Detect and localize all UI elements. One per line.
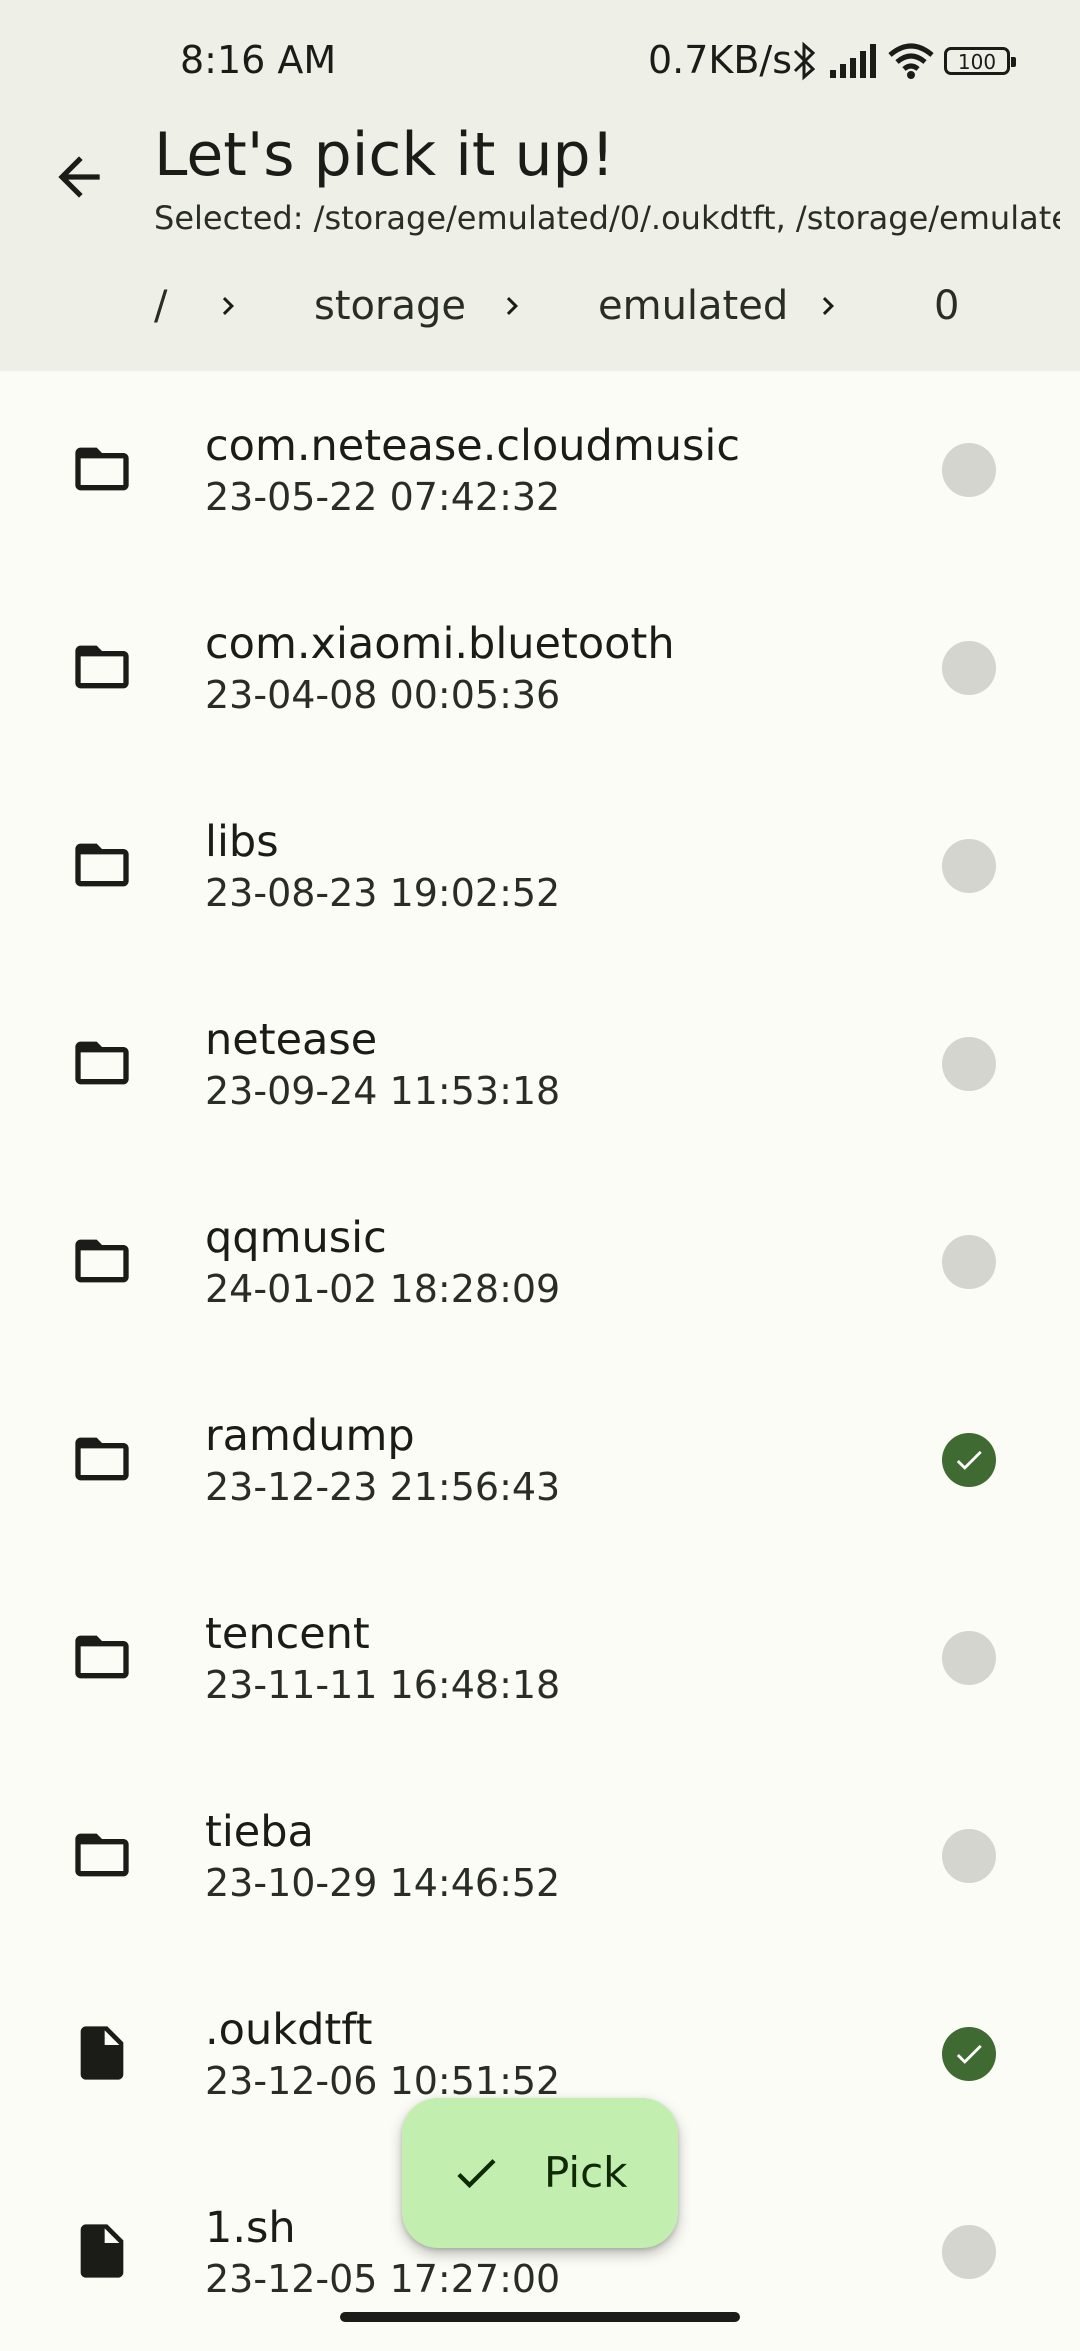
back-arrow-icon[interactable] <box>48 146 110 208</box>
folder-row[interactable]: tencent 23-11-11 16:48:18 <box>0 1559 1080 1757</box>
chevron-right-icon <box>222 297 234 315</box>
item-name: qqmusic <box>205 1213 387 1263</box>
network-speed: 0.7KB/s <box>648 38 793 82</box>
check-icon <box>956 2044 982 2064</box>
item-name: ramdump <box>205 1411 415 1461</box>
pick-button-label: Pick <box>544 2148 628 2197</box>
folder-icon <box>75 843 129 887</box>
battery-level: 100 <box>957 50 997 74</box>
select-toggle[interactable] <box>942 1829 996 1883</box>
item-name: 1.sh <box>205 2203 296 2253</box>
folder-row[interactable]: tieba 23-10-29 14:46:52 <box>0 1757 1080 1955</box>
top-app-bar: 8:16 AM 0.7KB/s 100 Let's pick it up! Se… <box>0 0 1080 371</box>
select-toggle[interactable] <box>942 1235 996 1289</box>
check-icon <box>956 1450 982 1470</box>
select-toggle[interactable] <box>942 839 996 893</box>
select-toggle[interactable] <box>942 1631 996 1685</box>
folder-row[interactable]: netease 23-09-24 11:53:18 <box>0 965 1080 1163</box>
file-icon <box>80 2026 124 2080</box>
item-date: 23-04-08 00:05:36 <box>205 673 561 717</box>
item-name: tieba <box>205 1807 314 1857</box>
folder-icon <box>75 1239 129 1283</box>
check-icon <box>457 2159 496 2189</box>
bluetooth-icon <box>793 41 816 81</box>
folder-row[interactable]: com.xiaomi.bluetooth 23-04-08 00:05:36 <box>0 569 1080 767</box>
wifi-icon <box>888 43 934 79</box>
breadcrumb-root[interactable]: / <box>154 282 167 330</box>
folder-icon <box>75 645 129 689</box>
selected-check[interactable] <box>942 2027 996 2081</box>
folder-icon <box>75 1041 129 1085</box>
page-title: Let's pick it up! <box>154 120 615 190</box>
signal-icon <box>830 44 876 78</box>
selected-paths: Selected: /storage/emulated/0/.oukdtft, … <box>154 199 1060 237</box>
item-name: libs <box>205 817 279 867</box>
folder-icon <box>75 1833 129 1877</box>
folder-icon <box>75 1437 129 1481</box>
status-time: 8:16 AM <box>180 38 337 82</box>
folder-row[interactable]: ramdump 23-12-23 21:56:43 <box>0 1361 1080 1559</box>
item-name: netease <box>205 1015 378 1065</box>
status-bar: 8:16 AM 0.7KB/s 100 <box>0 0 1080 124</box>
file-icon <box>80 2224 124 2278</box>
breadcrumb-storage[interactable]: storage <box>314 282 466 330</box>
item-date: 23-12-23 21:56:43 <box>205 1465 561 1509</box>
folder-row[interactable]: qqmusic 24-01-02 18:28:09 <box>0 1163 1080 1361</box>
breadcrumb-0[interactable]: 0 <box>934 282 959 330</box>
chevron-right-icon <box>822 297 834 315</box>
folder-row[interactable]: com.netease.cloudmusic 23-05-22 07:42:32 <box>0 371 1080 569</box>
folder-icon <box>75 1635 129 1679</box>
select-toggle[interactable] <box>942 1037 996 1091</box>
breadcrumb-emulated[interactable]: emulated <box>598 282 788 330</box>
item-date: 23-05-22 07:42:32 <box>205 475 561 519</box>
breadcrumb: / storage emulated 0 <box>0 270 1080 342</box>
battery-icon: 100 <box>944 47 1016 75</box>
folder-icon <box>75 447 129 491</box>
item-date: 23-08-23 19:02:52 <box>205 871 561 915</box>
select-toggle[interactable] <box>942 2225 996 2279</box>
item-date: 23-11-11 16:48:18 <box>205 1663 561 1707</box>
pick-button[interactable]: Pick <box>402 2098 678 2248</box>
item-name: .oukdtft <box>205 2005 373 2055</box>
selected-check[interactable] <box>942 1433 996 1487</box>
item-date: 23-09-24 11:53:18 <box>205 1069 561 1113</box>
select-toggle[interactable] <box>942 443 996 497</box>
item-name: com.xiaomi.bluetooth <box>205 619 675 669</box>
status-icons: 100 <box>792 38 1016 84</box>
item-name: tencent <box>205 1609 370 1659</box>
item-date: 24-01-02 18:28:09 <box>205 1267 561 1311</box>
item-date: 23-12-05 17:27:00 <box>205 2257 561 2301</box>
item-date: 23-10-29 14:46:52 <box>205 1861 561 1905</box>
item-name: com.netease.cloudmusic <box>205 421 740 471</box>
folder-row[interactable]: libs 23-08-23 19:02:52 <box>0 767 1080 965</box>
select-toggle[interactable] <box>942 641 996 695</box>
gesture-handle <box>340 2312 740 2322</box>
chevron-right-icon <box>506 297 518 315</box>
